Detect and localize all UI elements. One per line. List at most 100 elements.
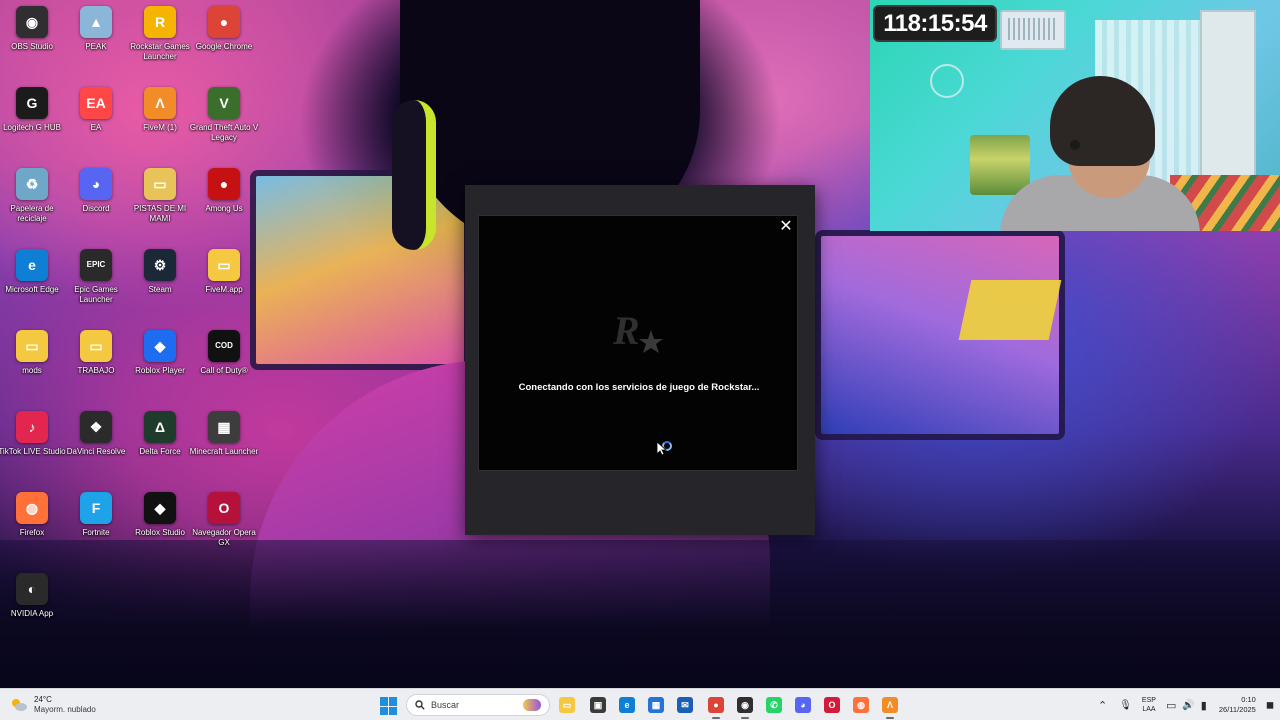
desktop-icon-label: Among Us [205, 204, 243, 213]
desktop-icon-tiktok[interactable]: ♪ TikTok LIVE Studio [0, 405, 66, 481]
network-icon[interactable]: ▭ [1166, 699, 1176, 712]
desktop-icon-label: Call of Duty® [200, 366, 248, 375]
show-hidden-icons-chevron-icon[interactable]: ⌃ [1098, 699, 1107, 712]
fivem-icon: Λ [144, 87, 176, 119]
desktop-icon-fortnite[interactable]: F Fortnite [64, 486, 128, 562]
chrome-icon[interactable]: ● [708, 697, 724, 719]
svg-text:R: R [612, 308, 640, 353]
desktop-icon-obs[interactable]: ◉ OBS Studio [0, 0, 64, 76]
notification-icon[interactable]: ◼ [1266, 700, 1274, 711]
discord-icon[interactable]: ◕ [795, 697, 811, 713]
partly-cloudy-icon [12, 699, 27, 711]
edge-icon: e [16, 249, 48, 281]
obs-icon: ◉ [16, 6, 48, 38]
volume-icon[interactable]: 🔊 [1182, 700, 1194, 711]
store-icon[interactable]: ▦ [648, 697, 664, 713]
clock-date: 26/11/2025 [1218, 705, 1256, 714]
discord-icon: ◕ [80, 168, 112, 200]
desktop-icon-fivem[interactable]: Λ FiveM (1) [128, 81, 192, 157]
desktop-icon-epic[interactable]: EPIC Epic Games Launcher [64, 243, 128, 319]
desktop-icon-edge[interactable]: e Microsoft Edge [0, 243, 64, 319]
rockstar-loading-dialog: ✕ R Conectando con los servicios de jueg… [478, 215, 798, 471]
desktop-icon-robloxstudio[interactable]: ◆ Roblox Studio [128, 486, 192, 562]
start-button[interactable] [380, 697, 398, 715]
desktop-icon-chrome[interactable]: ● Google Chrome [192, 0, 256, 76]
ea-icon: EA [80, 87, 112, 119]
wallpaper-highlight [958, 280, 1062, 340]
desktop-icon-label: Microsoft Edge [5, 285, 59, 294]
task-view-icon[interactable]: ▣ [590, 697, 606, 713]
webcam-wall-clock [930, 64, 964, 98]
desktop-icon-label: mods [22, 366, 42, 375]
desktop-icon-roblox[interactable]: ◆ Roblox Player [128, 324, 192, 400]
desktop-icon-cod[interactable]: COD Call of Duty® [192, 324, 256, 400]
whatsapp-icon[interactable]: ✆ [766, 697, 782, 713]
outlook-icon[interactable]: ✉ [677, 697, 693, 713]
language-indicator[interactable]: ESP LAA [1142, 696, 1156, 714]
clock-time: 0:10 [1241, 695, 1256, 704]
rockstar-icon: R [144, 6, 176, 38]
pistas-icon: ▭ [144, 168, 176, 200]
epic-icon: EPIC [80, 249, 112, 281]
desktop-icon-label: OBS Studio [11, 42, 53, 51]
desktop-icon-rockstar[interactable]: R Rockstar Games Launcher [128, 0, 192, 76]
desktop-icon-label: Papelera de reciclaje [10, 204, 54, 223]
battery-icon[interactable]: ▮ [1201, 699, 1207, 712]
desktop-icon-amongus[interactable]: ● Among Us [192, 162, 256, 238]
desktop-icon-ea[interactable]: EA EA [64, 81, 128, 157]
desktop-icon-label: TRABAJO [77, 366, 115, 375]
taskbar: 24°C Mayorm. nublado Buscar ▭ ▣ e ▦ ✉ ● ◉ ✆ ◕ O ◍ Λ… [0, 688, 1280, 720]
opera-icon[interactable]: O [824, 697, 840, 713]
trabajo-icon: ▭ [80, 330, 112, 362]
desktop-icon-deltaforce[interactable]: Δ Delta Force [128, 405, 192, 481]
mods-icon: ▭ [16, 330, 48, 362]
weather-widget[interactable]: 24°C Mayorm. nublado [10, 693, 130, 717]
search-placeholder: Buscar [431, 700, 460, 710]
file-explorer-icon[interactable]: ▭ [559, 697, 575, 713]
desktop-icon-label: Minecraft Launcher [189, 447, 259, 456]
desktop-icon-label: PISTAS DE MI MAMI [133, 204, 187, 223]
webcam-earbud [1070, 140, 1080, 150]
desktop-icon-discord[interactable]: ◕ Discord [64, 162, 128, 238]
obs-icon[interactable]: ◉ [737, 697, 753, 719]
desktop-icon-firefox[interactable]: ◍ Firefox [0, 486, 64, 562]
desktop-icon-operagx[interactable]: O Navegador Opera GX [192, 486, 256, 562]
desktop-icon-label: Fortnite [82, 528, 110, 537]
nvidia-icon: ◐ [16, 573, 48, 605]
desktop-icon-label: EA [90, 123, 102, 132]
desktop-icon-recycle[interactable]: ♻ Papelera de reciclaje [0, 162, 64, 238]
desktop-icon-peak[interactable]: ▲ PEAK [64, 0, 128, 76]
clock[interactable]: 0:10 26/11/2025 [1219, 695, 1256, 715]
firefox-icon[interactable]: ◍ [853, 697, 869, 713]
cod-icon: COD [208, 330, 240, 362]
desktop-icon-label: Navegador Opera GX [192, 528, 256, 547]
desktop-icon-gtav[interactable]: V Grand Theft Auto V Legacy [190, 81, 258, 157]
desktop-icon-nvidia[interactable]: ◐ NVIDIA App [0, 567, 64, 643]
desktop-icon-pistas[interactable]: ▭ PISTAS DE MI MAMI [128, 162, 192, 238]
amongus-icon: ● [208, 168, 240, 200]
desktop-icon-ghub[interactable]: G Logitech G HUB [0, 81, 64, 157]
desktop-icon-steam[interactable]: ⚙ Steam [128, 243, 192, 319]
close-icon[interactable]: ✕ [777, 218, 795, 236]
desktop-icon-fivemapp[interactable]: ▭ FiveM.app [192, 243, 256, 319]
ghub-icon: G [16, 87, 48, 119]
connecting-message: Conectando con los servicios de juego de… [518, 382, 760, 393]
desktop-icon-label: Epic Games Launcher [74, 285, 118, 304]
desktop-icon-davinci[interactable]: ❖ DaVinci Resolve [64, 405, 128, 481]
fivem-icon[interactable]: Λ [882, 697, 898, 719]
rockstar-logo-icon: R [612, 308, 663, 353]
desktop-icon-mods[interactable]: ▭ mods [0, 324, 64, 400]
desktop-icon-trabajo[interactable]: ▭ TRABAJO [64, 324, 128, 400]
webcam-ac-vent [1008, 18, 1058, 40]
davinci-icon: ❖ [80, 411, 112, 443]
windows-logo-icon [380, 697, 388, 706]
desktop-icon-label: Roblox Player [135, 366, 185, 375]
wallpaper-monitor-left [250, 170, 470, 370]
desktop-icon-label: Delta Force [139, 447, 181, 456]
desktop-icon-minecraft[interactable]: ▦ Minecraft Launcher [190, 405, 258, 481]
taskbar-search-box[interactable]: Buscar [406, 694, 550, 716]
weather-temperature: 24°C [34, 695, 52, 704]
desktop-icon-label: Discord [82, 204, 110, 213]
edge-icon[interactable]: e [619, 697, 635, 713]
microphone-icon[interactable]: 🎙 [1119, 700, 1132, 711]
